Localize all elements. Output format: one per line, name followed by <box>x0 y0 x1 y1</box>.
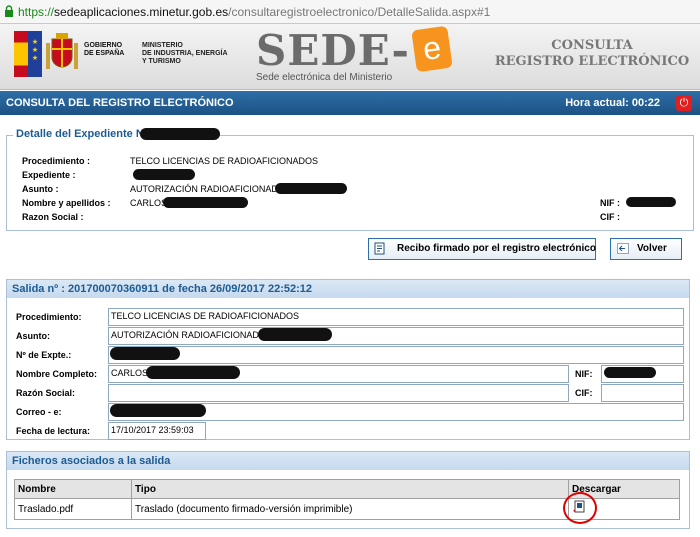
salida-expte-field[interactable] <box>108 346 684 364</box>
salida-razon-label: Razón Social: <box>16 388 76 398</box>
url-text[interactable]: https://sedeaplicaciones.minetur.gob.es/… <box>18 5 490 19</box>
receipt-icon <box>374 242 385 255</box>
volver-button-label: Volver <box>637 243 667 254</box>
sede-subtitle: Sede electrónica del Ministerio <box>256 72 393 83</box>
salida-header-text: Salida nº : 201700070360911 de fecha 26/… <box>12 283 313 295</box>
procedimiento-value: TELCO LICENCIAS DE RADIOAFICIONADOS <box>130 156 319 166</box>
redaction-mark <box>110 347 180 360</box>
detalle-legend: Detalle del Expediente Nº <box>13 128 151 140</box>
asunto-value: AUTORIZACIÓN RADIOAFICIONADO - <box>130 184 291 194</box>
url-host: sedeaplicaciones.minetur.gob.es <box>54 5 229 19</box>
nombre-label: Nombre y apellidos : <box>22 198 111 208</box>
url-path: /consultaregistroelectronico/DetalleSali… <box>228 5 491 19</box>
salida-header: Salida nº : 201700070360911 de fecha 26/… <box>7 280 689 298</box>
detalle-legend-text: Detalle del Expediente Nº <box>16 128 148 140</box>
salida-expte-label: Nº de Expte.: <box>16 350 72 360</box>
redaction-mark <box>146 366 240 379</box>
ministry-name: MINISTERIO DE INDUSTRIA, ENERGÍA Y TURIS… <box>142 42 232 66</box>
salida-procedimiento-label: Procedimiento: <box>16 312 82 322</box>
redaction-mark <box>275 183 347 194</box>
salida-asunto-field[interactable]: AUTORIZACIÓN RADIOAFICIONADO - <box>108 327 684 345</box>
file-name: Traslado.pdf <box>14 498 132 520</box>
redaction-mark <box>140 128 220 140</box>
gov-name: GOBIERNO DE ESPAÑA <box>84 42 134 58</box>
page-title-bar: CONSULTA DEL REGISTRO ELECTRÓNICO Hora a… <box>0 91 700 115</box>
salida-cif-field[interactable] <box>601 384 684 402</box>
highlight-circle <box>563 492 597 524</box>
gov-line1: GOBIERNO <box>84 42 123 49</box>
gov-line2: DE ESPAÑA <box>84 50 125 57</box>
power-icon[interactable]: ⏻ <box>676 95 692 111</box>
sede-e-icon: e <box>411 25 453 73</box>
salida-cif-label: CIF: <box>575 388 593 398</box>
ficheros-header-text: Ficheros asociados a la salida <box>12 455 171 467</box>
browser-url-bar[interactable]: https://sedeaplicaciones.minetur.gob.es/… <box>0 0 700 24</box>
header-consulta-title: CONSULTA REGISTRO ELECTRÓNICO <box>492 38 692 70</box>
sede-word: SEDE- <box>256 26 410 75</box>
redaction-mark <box>258 328 332 341</box>
consulta-line1: CONSULTA <box>551 38 633 53</box>
razon-label: Razon Social : <box>22 212 84 222</box>
nombre-value: CARLOS <box>130 198 168 208</box>
col-tipo: Tipo <box>131 479 569 499</box>
file-type: Traslado (documento firmado-versión impr… <box>131 498 569 520</box>
lock-icon <box>5 5 13 17</box>
government-logo[interactable]: ★ ★ ★ GOBIERNO DE ESPAÑA MINISTERIO DE IND… <box>14 31 229 81</box>
site-header: ★ ★ ★ GOBIERNO DE ESPAÑA MINISTERIO DE IND… <box>0 24 700 90</box>
procedimiento-label: Procedimiento : <box>22 156 91 166</box>
volver-button[interactable]: Volver <box>610 238 682 260</box>
url-scheme: https:// <box>18 5 55 19</box>
ministry-line3: Y TURISMO <box>142 58 181 65</box>
salida-nombre-label: Nombre Completo: <box>16 369 97 379</box>
eu-flag-icon: ★ ★ ★ <box>28 31 42 77</box>
redaction-mark <box>163 197 248 208</box>
redaction-mark <box>604 367 656 378</box>
detalle-fieldset <box>6 135 694 231</box>
redaction-mark <box>626 197 676 207</box>
ficheros-header: Ficheros asociados a la salida <box>7 452 689 470</box>
current-time: Hora actual: 00:22 <box>565 97 660 109</box>
consulta-line2: REGISTRO ELECTRÓNICO <box>494 54 690 69</box>
ministry-line1: MINISTERIO <box>142 42 183 49</box>
redaction-mark <box>133 169 195 180</box>
expediente-label: Expediente : <box>22 170 76 180</box>
coat-of-arms-icon <box>46 33 78 69</box>
recibo-button-label: Recibo firmado por el registro electróni… <box>397 243 596 254</box>
back-icon <box>617 243 629 254</box>
salida-fecha-field[interactable]: 17/10/2017 23:59:03 <box>108 422 206 440</box>
page-title: CONSULTA DEL REGISTRO ELECTRÓNICO <box>6 97 234 109</box>
salida-nif-label: NIF: <box>575 369 593 379</box>
recibo-button[interactable]: Recibo firmado por el registro electróni… <box>368 238 596 260</box>
salida-correo-label: Correo - e: <box>16 407 62 417</box>
salida-procedimiento-field[interactable]: TELCO LICENCIAS DE RADIOAFICIONADOS <box>108 308 684 326</box>
sede-logo[interactable]: SEDE- e Sede electrónica del Ministerio <box>252 25 453 88</box>
salida-asunto-label: Asunto: <box>16 331 50 341</box>
col-nombre: Nombre <box>14 479 132 499</box>
redaction-mark <box>110 404 206 417</box>
nif-label: NIF : <box>600 198 620 208</box>
asunto-label: Asunto : <box>22 184 59 194</box>
cif-label: CIF : <box>600 212 620 222</box>
salida-razon-field[interactable] <box>108 384 569 402</box>
salida-fecha-label: Fecha de lectura: <box>16 426 91 436</box>
ministry-line2: DE INDUSTRIA, ENERGÍA <box>142 50 228 57</box>
